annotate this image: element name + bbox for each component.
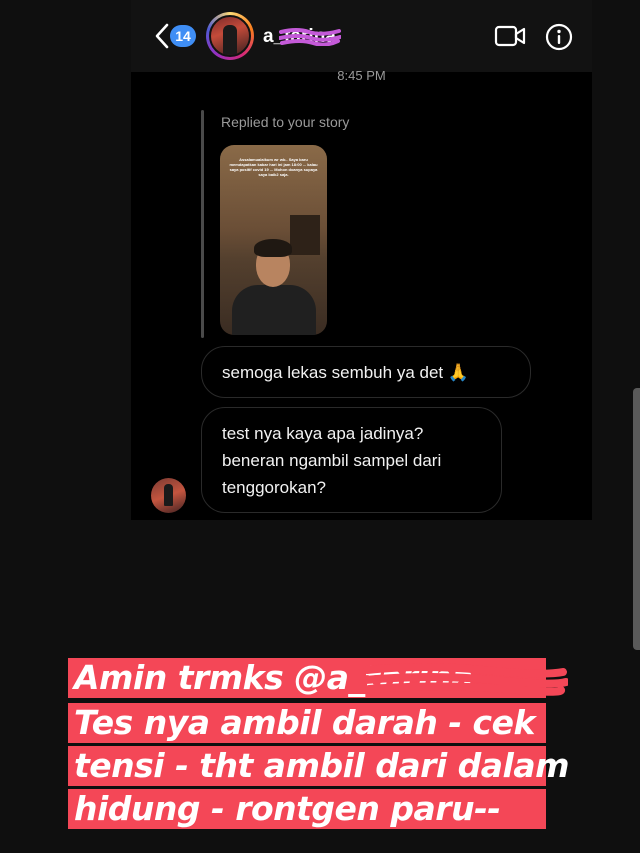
story-caption: Tes nya ambil darah - cek	[68, 703, 546, 743]
sender-avatar[interactable]	[151, 478, 186, 513]
story-text: Assalamualaikum wr wb.. Saya baru memdap…	[229, 157, 318, 177]
info-icon[interactable]	[545, 23, 573, 51]
story-thumbnail[interactable]: Assalamualaikum wr wb.. Saya baru memdap…	[220, 145, 327, 335]
message-bubble[interactable]: semoga lekas sembuh ya det 🙏	[201, 346, 531, 398]
message-text: semoga lekas sembuh ya det 🙏	[222, 363, 470, 382]
message-line: beneran ngambil sampel dari	[222, 451, 442, 470]
message-line: test nya kaya apa jadinya?	[222, 424, 424, 443]
reply-indicator-bar	[201, 110, 204, 338]
story-caption: hidung - rontgen paru--	[68, 789, 546, 829]
story-person	[232, 285, 316, 335]
unread-count-badge: 14	[170, 25, 196, 47]
story-caption: tensi - tht ambil dari dalam	[68, 746, 570, 786]
chevron-left-icon[interactable]	[152, 22, 172, 50]
avatar[interactable]	[206, 12, 254, 60]
message-line: tenggorokan?	[222, 478, 326, 497]
reply-label: Replied to your story	[221, 114, 350, 130]
video-camera-icon[interactable]	[494, 24, 526, 48]
redaction-scribble	[279, 28, 341, 46]
scrollbar[interactable]	[633, 388, 640, 650]
message-timestamp: 8:45 PM	[337, 68, 386, 83]
redaction-scribble	[363, 663, 568, 696]
story-background	[290, 215, 320, 255]
message-bubble[interactable]: test nya kaya apa jadinya? beneran ngamb…	[201, 407, 502, 513]
story-screen: 14 a_tarina 8:45 PM Replied to your stor…	[0, 0, 640, 853]
